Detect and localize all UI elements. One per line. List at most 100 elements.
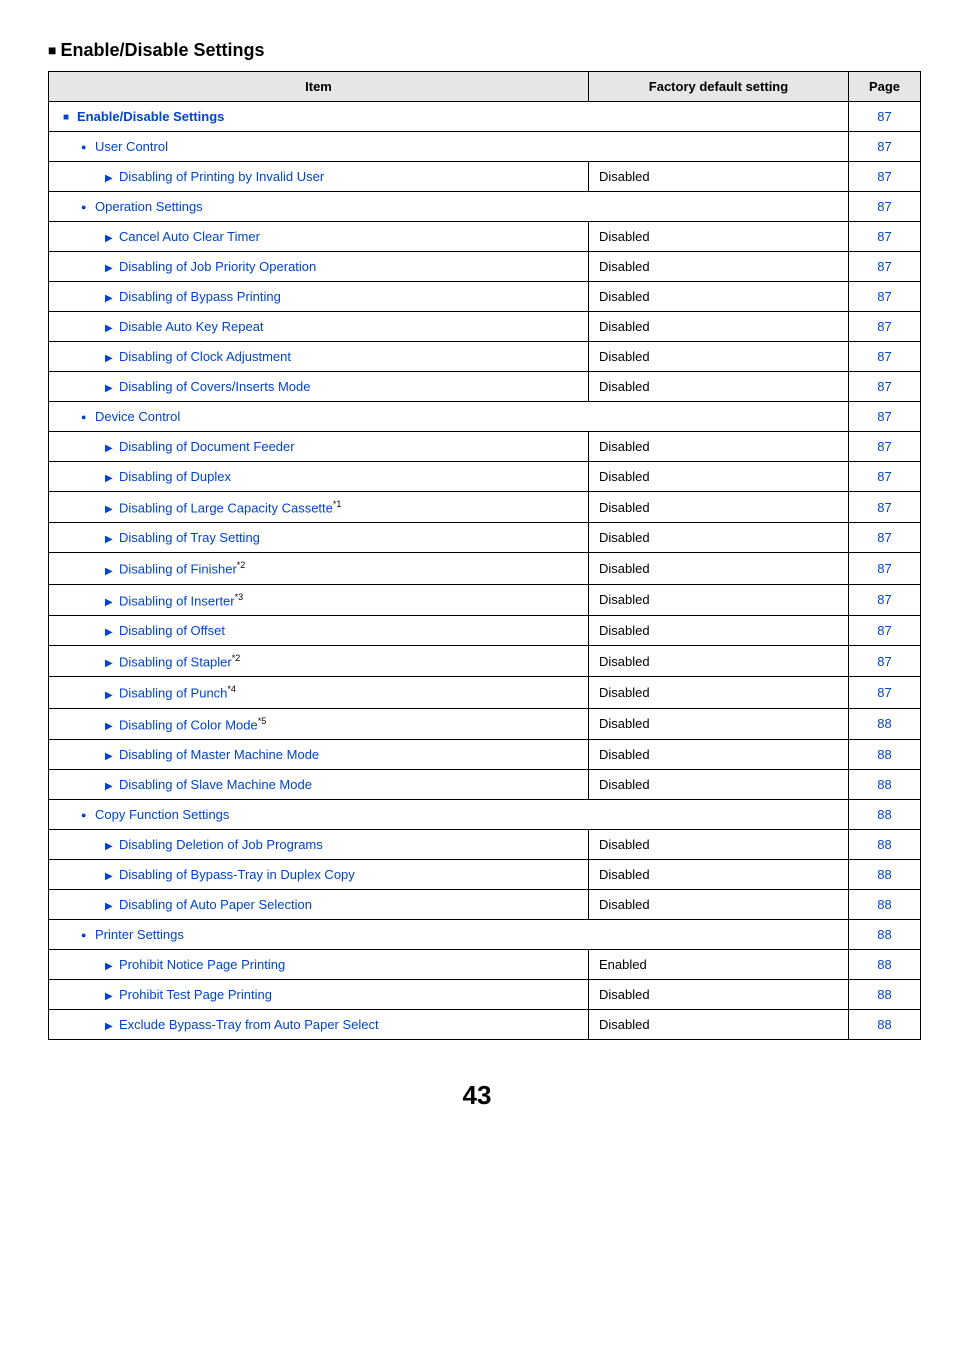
- page-link[interactable]: 88: [877, 807, 891, 822]
- item-link[interactable]: Disabling of Master Machine Mode: [119, 747, 319, 762]
- page-link[interactable]: 87: [877, 379, 891, 394]
- tri-icon: ▶: [105, 504, 119, 515]
- page-link[interactable]: 87: [877, 685, 891, 700]
- page-link[interactable]: 87: [877, 319, 891, 334]
- page-link[interactable]: 87: [877, 561, 891, 576]
- footnote-ref: *2: [237, 560, 246, 570]
- item-link[interactable]: Exclude Bypass-Tray from Auto Paper Sele…: [119, 1017, 379, 1032]
- page-link[interactable]: 88: [877, 837, 891, 852]
- page-cell: 88: [849, 979, 921, 1009]
- item-link[interactable]: Disabling of Duplex: [119, 469, 231, 484]
- page-link[interactable]: 88: [877, 897, 891, 912]
- page-link[interactable]: 87: [877, 109, 891, 124]
- factory-default-cell: Disabled: [589, 162, 849, 192]
- item-link[interactable]: Disabling of Slave Machine Mode: [119, 777, 312, 792]
- page-link[interactable]: 87: [877, 500, 891, 515]
- table-row: ●Device Control 87: [49, 402, 921, 432]
- item-link[interactable]: Disabling of Covers/Inserts Mode: [119, 379, 310, 394]
- page-link[interactable]: 87: [877, 289, 891, 304]
- item-link[interactable]: Disabling of Clock Adjustment: [119, 349, 291, 364]
- factory-default-cell: Disabled: [589, 462, 849, 492]
- table-row: ▶Prohibit Test Page PrintingDisabled88: [49, 979, 921, 1009]
- item-cell: ▶Disabling of Bypass-Tray in Duplex Copy: [49, 859, 589, 889]
- item-link[interactable]: Disabling of Stapler: [119, 654, 232, 669]
- page-cell: 87: [849, 677, 921, 708]
- page-link[interactable]: 87: [877, 259, 891, 274]
- page-link[interactable]: 87: [877, 139, 891, 154]
- item-link[interactable]: Disabling Deletion of Job Programs: [119, 837, 323, 852]
- page-link[interactable]: 88: [877, 927, 891, 942]
- item-link[interactable]: Disabling of Document Feeder: [119, 439, 295, 454]
- factory-default-cell: Disabled: [589, 979, 849, 1009]
- page-link[interactable]: 88: [877, 747, 891, 762]
- item-link[interactable]: Disabling of Inserter: [119, 593, 235, 608]
- item-cell: ▶Disabling of Inserter*3: [49, 584, 589, 615]
- table-row: ▶Cancel Auto Clear TimerDisabled87: [49, 222, 921, 252]
- page-link[interactable]: 87: [877, 623, 891, 638]
- page-link[interactable]: 87: [877, 654, 891, 669]
- item-link[interactable]: Operation Settings: [95, 199, 203, 214]
- page-link[interactable]: 87: [877, 169, 891, 184]
- factory-default-cell: Disabled: [589, 1009, 849, 1039]
- page-cell: 87: [849, 162, 921, 192]
- dot-icon: ●: [81, 810, 95, 820]
- item-link[interactable]: Disabling of Auto Paper Selection: [119, 897, 312, 912]
- page-link[interactable]: 88: [877, 867, 891, 882]
- table-row: ●Printer Settings 88: [49, 919, 921, 949]
- page-link[interactable]: 87: [877, 592, 891, 607]
- dot-icon: ●: [81, 202, 95, 212]
- item-cell: ●Printer Settings: [49, 919, 849, 949]
- item-link[interactable]: Disabling of Job Priority Operation: [119, 259, 316, 274]
- factory-default-cell: Disabled: [589, 553, 849, 584]
- factory-default-cell: Disabled: [589, 492, 849, 523]
- page-cell: 88: [849, 708, 921, 739]
- tri-icon: ▶: [105, 901, 119, 912]
- page-link[interactable]: 87: [877, 530, 891, 545]
- item-link[interactable]: User Control: [95, 139, 168, 154]
- item-link[interactable]: Disabling of Printing by Invalid User: [119, 169, 324, 184]
- item-link[interactable]: Disabling of Finisher: [119, 562, 237, 577]
- item-link[interactable]: Prohibit Test Page Printing: [119, 987, 272, 1002]
- item-cell: ▶Disabling of Job Priority Operation: [49, 252, 589, 282]
- table-row: ■Enable/Disable Settings87: [49, 102, 921, 132]
- table-row: ▶Disabling of Inserter*3Disabled87: [49, 584, 921, 615]
- item-link[interactable]: Disabling of Large Capacity Cassette: [119, 500, 333, 515]
- item-link[interactable]: Disable Auto Key Repeat: [119, 319, 264, 334]
- tri-icon: ▶: [105, 383, 119, 394]
- page-link[interactable]: 87: [877, 349, 891, 364]
- item-link[interactable]: Disabling of Bypass-Tray in Duplex Copy: [119, 867, 355, 882]
- item-link[interactable]: Cancel Auto Clear Timer: [119, 229, 260, 244]
- footnote-ref: *4: [227, 684, 236, 694]
- item-link[interactable]: Disabling of Bypass Printing: [119, 289, 281, 304]
- item-link[interactable]: Disabling of Punch: [119, 686, 227, 701]
- item-link[interactable]: Disabling of Tray Setting: [119, 530, 260, 545]
- item-link[interactable]: Copy Function Settings: [95, 807, 229, 822]
- page-link[interactable]: 88: [877, 1017, 891, 1032]
- item-link[interactable]: Disabling of Offset: [119, 623, 225, 638]
- item-link[interactable]: Enable/Disable Settings: [77, 109, 224, 124]
- item-cell: ●Device Control: [49, 402, 849, 432]
- page-link[interactable]: 87: [877, 439, 891, 454]
- page-link[interactable]: 87: [877, 229, 891, 244]
- item-link[interactable]: Disabling of Color Mode: [119, 717, 258, 732]
- page-link[interactable]: 88: [877, 777, 891, 792]
- page-link[interactable]: 88: [877, 987, 891, 1002]
- page-link[interactable]: 87: [877, 469, 891, 484]
- page-link[interactable]: 87: [877, 409, 891, 424]
- item-link[interactable]: Device Control: [95, 409, 180, 424]
- page-link[interactable]: 87: [877, 199, 891, 214]
- item-cell: ▶Disabling of Duplex: [49, 462, 589, 492]
- item-link[interactable]: Prohibit Notice Page Printing: [119, 957, 285, 972]
- table-row: ▶Disabling of Bypass-Tray in Duplex Copy…: [49, 859, 921, 889]
- page-cell: 87: [849, 553, 921, 584]
- table-row: ●User Control87: [49, 132, 921, 162]
- page-cell: 88: [849, 1009, 921, 1039]
- page-link[interactable]: 88: [877, 957, 891, 972]
- tri-icon: ▶: [105, 1021, 119, 1032]
- item-link[interactable]: Printer Settings: [95, 927, 184, 942]
- page-link[interactable]: 88: [877, 716, 891, 731]
- tri-icon: ▶: [105, 473, 119, 484]
- table-row: ▶Disabling of Auto Paper SelectionDisabl…: [49, 889, 921, 919]
- tri-icon: ▶: [105, 961, 119, 972]
- page-cell: 87: [849, 102, 921, 132]
